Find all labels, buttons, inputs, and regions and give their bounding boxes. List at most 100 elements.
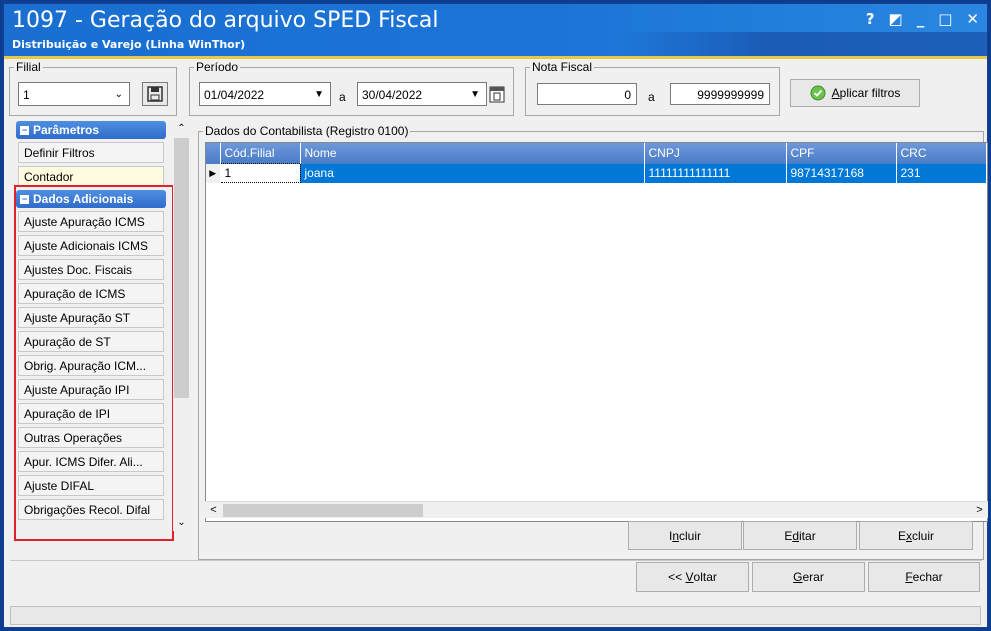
- calendar-icon[interactable]: [488, 84, 506, 104]
- sidebar-item-outras-operacoes[interactable]: Outras Operações: [18, 427, 164, 448]
- status-bar: [10, 606, 981, 625]
- title-accent-line: [4, 56, 987, 59]
- editar-label-post: itar: [799, 528, 816, 543]
- grid-scroll-thumb[interactable]: [223, 504, 423, 517]
- minimize-icon[interactable]: _: [917, 10, 925, 28]
- incluir-button[interactable]: In cluir: [628, 521, 742, 550]
- help-icon[interactable]: ?: [866, 10, 875, 28]
- filial-value: 1: [23, 88, 30, 102]
- window-body: 1097 - Geração do arquivo SPED Fiscal Di…: [3, 3, 988, 628]
- chevron-down-icon[interactable]: ⌄: [173, 515, 190, 531]
- grid-horizontal-scrollbar[interactable]: < >: [205, 501, 988, 518]
- window-frame: 1097 - Geração do arquivo SPED Fiscal Di…: [0, 0, 991, 631]
- grid-header-row: Cód.Filial Nome CNPJ CPF CRC: [206, 143, 987, 164]
- voltar-button[interactable]: << Voltar: [636, 562, 749, 592]
- fechar-button[interactable]: Fechar: [868, 562, 980, 592]
- collapse-icon: −: [20, 193, 29, 204]
- save-filial-button[interactable]: [142, 82, 168, 106]
- chevron-up-icon[interactable]: ⌃: [173, 121, 190, 137]
- incluir-label-post: cluir: [679, 528, 702, 543]
- cell-cod-filial[interactable]: 1: [219, 163, 301, 183]
- fechar-label-accel: F: [905, 570, 913, 584]
- nota-fiscal-end-input[interactable]: 9999999999: [670, 83, 770, 105]
- sidebar-item-ajuste-adicionais-icms[interactable]: Ajuste Adicionais ICMS: [18, 235, 164, 256]
- sidebar-item-apuracao-st[interactable]: Apuração de ST: [18, 331, 164, 352]
- window-title: 1097 - Geração do arquivo SPED Fiscal: [12, 8, 439, 33]
- nota-fiscal-legend: Nota Fiscal: [532, 60, 593, 74]
- excluir-button[interactable]: Ex cluir: [859, 521, 973, 550]
- editar-label-accel: d: [792, 528, 800, 543]
- fechar-label-post: echar: [912, 570, 943, 584]
- column-header-crc[interactable]: CRC: [896, 143, 987, 164]
- column-header-cpf[interactable]: CPF: [786, 143, 897, 164]
- sidebar-item-contador[interactable]: Contador: [18, 166, 164, 187]
- periodo-end-date[interactable]: 30/04/2022 ▼: [357, 82, 487, 106]
- check-circle-icon: [810, 85, 826, 101]
- cell-nome[interactable]: joana: [300, 163, 645, 183]
- contabilista-grid[interactable]: Cód.Filial Nome CNPJ CPF CRC ▶ 1 joana 1…: [205, 142, 988, 522]
- title-bar[interactable]: 1097 - Geração do arquivo SPED Fiscal Di…: [4, 4, 987, 56]
- sidebar-scrollbar[interactable]: ⌃ ⌄: [173, 121, 190, 531]
- apply-filters-button[interactable]: Aplicar filtros: [790, 79, 920, 107]
- sidebar-item-apuracao-ipi[interactable]: Apuração de IPI: [18, 403, 164, 424]
- cell-cnpj[interactable]: 11111111111111: [644, 163, 787, 183]
- chevron-right-icon[interactable]: >: [971, 502, 988, 519]
- periodo-connector: a: [339, 90, 346, 104]
- apply-filters-text: plicar filtros: [839, 86, 901, 100]
- cell-cpf[interactable]: 98714317168: [786, 163, 897, 183]
- editar-label-pre: E: [784, 528, 793, 543]
- chevron-left-icon[interactable]: <: [205, 502, 222, 519]
- footer-divider: [10, 560, 982, 561]
- table-row[interactable]: ▶ 1 joana 11111111111111 98714317168 231: [206, 163, 987, 183]
- contabilista-legend: Dados do Contabilista (Registro 0100): [205, 124, 409, 138]
- sidebar-item-ajuste-apuracao-ipi[interactable]: Ajuste Apuração IPI: [18, 379, 164, 400]
- row-pointer-icon: ▶: [206, 163, 221, 183]
- dados-adicionais-title: Dados Adicionais: [33, 192, 134, 206]
- dropdown-arrow-icon: ▼: [314, 89, 324, 100]
- periodo-legend: Período: [196, 60, 239, 74]
- row-indicator-header: [206, 143, 221, 164]
- sidebar-item-ajustes-doc-fiscais[interactable]: Ajustes Doc. Fiscais: [18, 259, 164, 280]
- filial-select[interactable]: 1 ⌄: [18, 82, 130, 106]
- sidebar-scroll-thumb[interactable]: [174, 138, 189, 398]
- incluir-label-accel: n: [672, 528, 679, 543]
- sidebar-item-apuracao-icms[interactable]: Apuração de ICMS: [18, 283, 164, 304]
- excluir-label-post: cluir: [912, 528, 935, 543]
- collapse-icon: −: [20, 124, 29, 135]
- sidebar-item-apur-icms-difer[interactable]: Apur. ICMS Difer. Ali...: [18, 451, 164, 472]
- sidebar-item-obrig-apuracao-icms[interactable]: Obrig. Apuração ICM...: [18, 355, 164, 376]
- voltar-label-pre: <<: [668, 570, 686, 584]
- title-decoration: [617, 32, 987, 56]
- restore-icon[interactable]: ◩: [889, 10, 903, 28]
- floppy-disk-icon: [147, 86, 163, 102]
- periodo-start-date[interactable]: 01/04/2022 ▼: [199, 82, 331, 106]
- gerar-label-accel: G: [793, 570, 803, 584]
- parametros-title: Parâmetros: [33, 123, 100, 137]
- periodo-end-value: 30/04/2022: [362, 88, 423, 102]
- sidebar: − Parâmetros Definir Filtros Contador − …: [16, 121, 166, 523]
- column-header-nome[interactable]: Nome: [300, 143, 645, 164]
- gerar-button[interactable]: Gerar: [752, 562, 865, 592]
- maximize-icon[interactable]: □: [938, 10, 952, 28]
- sidebar-item-ajuste-apuracao-icms[interactable]: Ajuste Apuração ICMS: [18, 211, 164, 232]
- editar-button[interactable]: Ed itar: [743, 521, 857, 550]
- cell-crc[interactable]: 231: [896, 163, 987, 183]
- close-icon[interactable]: ✕: [966, 10, 979, 28]
- dropdown-arrow-icon: ▼: [470, 89, 480, 100]
- apply-filters-accel: A: [831, 86, 840, 100]
- column-header-cod-filial[interactable]: Cód.Filial: [220, 143, 301, 164]
- nota-fiscal-start-input[interactable]: 0: [537, 83, 637, 105]
- sidebar-item-ajuste-difal[interactable]: Ajuste DIFAL: [18, 475, 164, 496]
- gerar-label-post: erar: [802, 570, 824, 584]
- periodo-start-value: 01/04/2022: [204, 88, 265, 102]
- dados-adicionais-header[interactable]: − Dados Adicionais: [16, 190, 166, 208]
- sidebar-item-definir-filtros[interactable]: Definir Filtros: [18, 142, 164, 163]
- chevron-down-icon: ⌄: [114, 89, 123, 100]
- sidebar-item-obrigacoes-recol-difal[interactable]: Obrigações Recol. Difal: [18, 499, 164, 520]
- parametros-header[interactable]: − Parâmetros: [16, 121, 166, 139]
- excluir-label-pre: E: [897, 528, 906, 543]
- sidebar-item-ajuste-apuracao-st[interactable]: Ajuste Apuração ST: [18, 307, 164, 328]
- voltar-label-accel: V: [685, 570, 694, 584]
- window-subtitle: Distribuição e Varejo (Linha WinThor): [12, 38, 246, 51]
- column-header-cnpj[interactable]: CNPJ: [644, 143, 787, 164]
